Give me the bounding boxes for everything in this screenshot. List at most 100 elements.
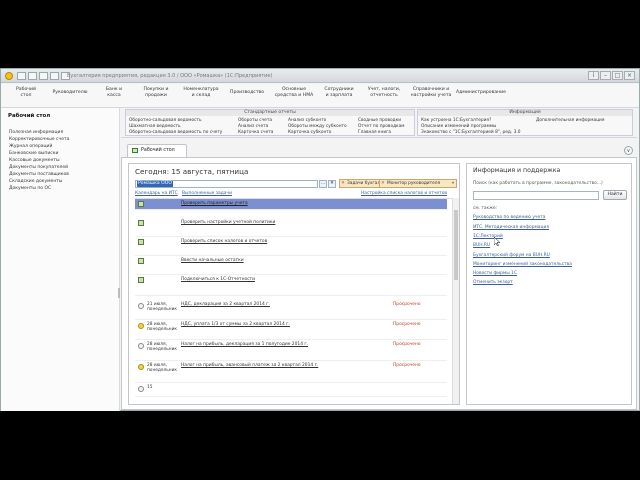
task-link[interactable]: Проверить параметры учета xyxy=(181,201,248,206)
remove-tag-icon[interactable]: ✕ xyxy=(341,180,345,187)
report-link[interactable]: Анализ субконто xyxy=(288,118,326,123)
clear-organization-button[interactable]: ✕ xyxy=(328,180,336,188)
minimize-icon[interactable]: – xyxy=(600,71,611,80)
nav-item[interactable]: Документы покупателей xyxy=(9,165,68,170)
info-link[interactable]: Описание изменений программы xyxy=(421,124,496,129)
support-title: Информация и поддержка xyxy=(473,167,561,174)
task-row[interactable]: 28 июля, понедельник Налог на прибыль, ав… xyxy=(135,361,447,383)
report-link[interactable]: Отчет по проводкам xyxy=(358,124,405,129)
task-row[interactable]: 21 июля, понедельник НДС, декларация за 2… xyxy=(135,300,447,320)
back-icon[interactable] xyxy=(17,72,26,80)
task-link[interactable]: НДС, декларация за 2 квартал 2014 г. xyxy=(181,302,270,307)
task-link[interactable]: Налог на прибыль, авансовый платеж за 2 … xyxy=(181,363,318,368)
section-production[interactable]: Производство xyxy=(225,90,269,96)
task-link[interactable]: Подключиться к 1С-Отчетности xyxy=(181,277,255,282)
task-link[interactable]: Проверить список налогов и отчетов xyxy=(181,239,267,244)
tab-desktop[interactable]: Рабочий стол xyxy=(127,144,187,157)
app-logo-icon[interactable] xyxy=(5,72,13,80)
support-link[interactable]: Отменить экзорт xyxy=(473,280,513,285)
section-management[interactable]: Руководителю xyxy=(49,90,91,96)
its-calendar-link[interactable]: Календарь на ИТС xyxy=(135,191,178,196)
section-settings[interactable]: Справочники и настройки учета xyxy=(407,87,455,99)
forward-icon[interactable] xyxy=(28,72,37,80)
task-row[interactable]: Проверить список налогов и отчетов xyxy=(135,237,447,256)
home-icon[interactable] xyxy=(39,72,48,80)
tab-label: Рабочий стол xyxy=(141,148,175,153)
report-link[interactable]: Главная книга xyxy=(358,130,391,135)
close-icon[interactable]: × xyxy=(624,71,635,80)
report-link[interactable]: Сводные проводки xyxy=(358,118,401,123)
report-link[interactable]: Обороты счета xyxy=(238,118,272,123)
support-link[interactable]: Руководство по ведению учета xyxy=(473,215,545,220)
section-bank[interactable]: Банк и касса xyxy=(101,87,127,99)
task-link[interactable]: Налог на прибыль, декларация за 1 полуго… xyxy=(181,342,308,347)
task-link[interactable]: Ввести начальные остатки xyxy=(181,258,244,263)
section-desktop[interactable]: Рабочий стол xyxy=(11,87,41,99)
task-link[interactable]: Проверить настройки учетной политики xyxy=(181,220,275,225)
task-row[interactable]: 28 июля, понедельник НДС, уплата 1/3 от с… xyxy=(135,320,447,340)
nav-item[interactable]: Документы поставщиков xyxy=(9,172,69,177)
remove-tag-icon[interactable]: ✕ xyxy=(381,180,385,187)
select-organization-button[interactable]: ... xyxy=(319,180,327,188)
panel-splitter[interactable] xyxy=(118,288,120,298)
task-row[interactable]: Подключиться к 1С-Отчетности xyxy=(135,275,447,296)
open-tabs-bar: Рабочий стол ∨ xyxy=(121,141,637,157)
task-row[interactable]: Ввести начальные остатки xyxy=(135,256,447,275)
info-link[interactable]: Знакомство с "1С:Бухгалтерией 8", ред. 3… xyxy=(421,130,520,135)
nav-item[interactable]: Журнал операций xyxy=(9,144,52,149)
nav-item[interactable]: Кассовые документы xyxy=(9,158,60,163)
report-link[interactable]: Карточка счета xyxy=(238,130,273,135)
report-link[interactable]: Обороты между субконто xyxy=(288,124,347,129)
report-link[interactable]: Шахматная ведомость xyxy=(129,124,181,129)
sections-panel: Рабочий стол Руководителю Банк и касса П… xyxy=(1,84,639,108)
task-row[interactable]: 15 xyxy=(135,383,447,397)
nav-item[interactable]: Корректировочные счета xyxy=(9,137,69,142)
report-link[interactable]: Оборотно-сальдовая ведомость xyxy=(129,118,202,123)
section-reports[interactable]: Учет, налоги, отчетность xyxy=(361,87,407,99)
task-row[interactable]: Проверить настройки учетной политики xyxy=(135,218,447,237)
tax-settings-link[interactable]: Настройка списка налогов и отчетов xyxy=(361,191,447,196)
tasks-scrollbar[interactable] xyxy=(452,198,459,404)
section-sales[interactable]: Покупки и продажи xyxy=(138,87,174,99)
section-admin[interactable]: Администрирование xyxy=(455,90,507,96)
info-link[interactable]: Дополнительная информация xyxy=(536,118,604,123)
payment-warning-icon xyxy=(138,323,144,329)
nav-item[interactable]: Банковские выписки xyxy=(9,151,58,156)
support-link[interactable]: BUH.RU xyxy=(473,243,490,248)
window-controls: i – □ × xyxy=(588,71,635,80)
task-row[interactable]: Проверить параметры учета xyxy=(135,199,447,210)
section-salary[interactable]: Сотрудники и зарплата xyxy=(319,87,359,99)
report-link[interactable]: Карточка субконто xyxy=(288,130,331,135)
tasks-list: Проверить параметры учета Проверить настр… xyxy=(135,198,457,404)
task-link[interactable]: НДС, уплата 1/3 от суммы за 2 квартал 20… xyxy=(181,322,290,327)
nav-item[interactable]: Полезная информация xyxy=(9,130,63,135)
application-window: Бухгалтерия предприятия, редакция 3.0 / … xyxy=(0,68,640,411)
support-link[interactable]: ИТС. Методическая информация xyxy=(473,225,549,230)
collapse-icon[interactable]: ∨ xyxy=(624,146,633,155)
info-link[interactable]: Как устроена 1С:Бухгалтерия? xyxy=(421,118,491,123)
task-status: Просрочено xyxy=(393,322,421,327)
scrollbar-thumb[interactable] xyxy=(454,210,458,280)
standard-reports-group: Стандартные отчеты Оборотно-сальдовая ве… xyxy=(125,109,415,136)
group-title: Информация xyxy=(418,110,632,116)
support-link[interactable]: Новости фирмы 1С xyxy=(473,271,517,276)
support-link[interactable]: Мониторинг изменений законодательства xyxy=(473,262,572,267)
organization-field[interactable]: Ромашка ООО xyxy=(135,180,318,188)
report-link[interactable]: Оборотно-сальдовая ведомость по счету xyxy=(129,130,222,135)
nav-item[interactable]: Складские документы xyxy=(9,179,62,184)
find-button[interactable]: Найти xyxy=(603,190,627,200)
nav-item[interactable]: Документы по ОС xyxy=(9,186,51,191)
section-warehouse[interactable]: Номенклатура и склад xyxy=(179,87,223,99)
info-icon[interactable]: i xyxy=(588,71,599,80)
nav-header: Рабочий стол xyxy=(8,113,51,119)
support-link[interactable]: Бухгалтерский форум на BUH.RU xyxy=(473,253,550,258)
history-icon[interactable] xyxy=(50,72,59,80)
chevron-down-icon[interactable]: ▾ xyxy=(452,180,454,187)
support-search-input[interactable] xyxy=(473,191,599,200)
manager-monitor-tag[interactable]: ✕ Монитор руководителя ▾ xyxy=(379,179,457,188)
section-assets[interactable]: Основные средства и НМА xyxy=(271,87,317,99)
task-row[interactable]: 28 июля, понедельник Налог на прибыль, де… xyxy=(135,340,447,361)
maximize-icon[interactable]: □ xyxy=(612,71,623,80)
report-link[interactable]: Анализ счета xyxy=(238,124,268,129)
completed-tasks-link[interactable]: Выполненные задачи xyxy=(182,191,232,196)
